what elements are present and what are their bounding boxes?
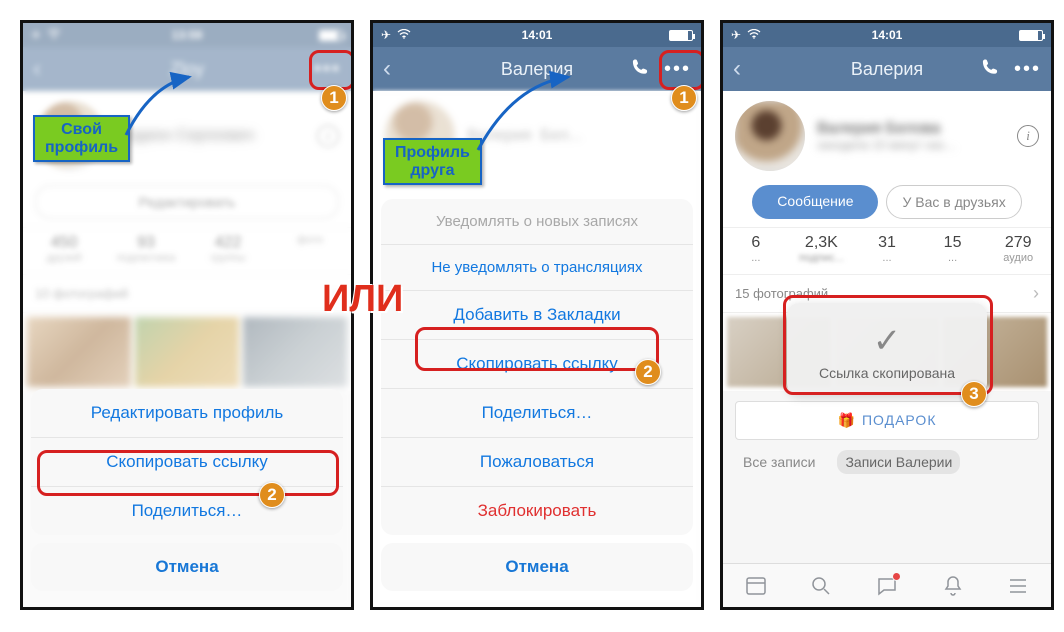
- statusbar: ✈︎ 14:01: [373, 23, 701, 47]
- profile-actions: Сообщение У Вас в друзьях: [723, 177, 1051, 227]
- back-button[interactable]: ‹: [733, 55, 741, 83]
- tab-menu[interactable]: [1006, 574, 1030, 598]
- toast-link-copied: ✓ Ссылка скопирована: [787, 303, 987, 395]
- sheet-copy-link[interactable]: Скопировать ссылку: [31, 437, 343, 486]
- wifi-icon: [397, 28, 411, 42]
- screenshot-own-profile: ✈︎ 13:59 ‹ Zloy ••• Родион Сергеевич i Р…: [20, 20, 354, 610]
- profile-last-seen: заходила 10 минут наз…: [817, 138, 956, 152]
- annotation-arrow: [473, 75, 583, 160]
- battery-icon: [669, 30, 693, 41]
- info-button[interactable]: i: [1017, 125, 1039, 147]
- bottom-tab-bar: [723, 563, 1051, 607]
- stat-item[interactable]: 6...: [725, 234, 787, 264]
- checkmark-icon: ✓: [797, 321, 977, 361]
- status-time: 14:01: [872, 28, 903, 42]
- call-button[interactable]: [630, 57, 650, 82]
- sheet-block[interactable]: Заблокировать: [381, 486, 693, 535]
- stats-row: 6... 2,3Kподпис... 31... 15... 279аудио: [723, 227, 1051, 275]
- more-button[interactable]: •••: [664, 58, 691, 81]
- gift-icon: 🎁: [838, 412, 856, 428]
- tab-notifications[interactable]: [941, 574, 965, 598]
- photos-count: 15 фотографий: [735, 286, 828, 301]
- avatar[interactable]: [735, 101, 805, 171]
- sheet-cancel[interactable]: Отмена: [381, 543, 693, 591]
- sheet-cancel[interactable]: Отмена: [31, 543, 343, 591]
- action-sheet: Редактировать профиль Скопировать ссылку…: [31, 389, 343, 599]
- sheet-add-bookmark[interactable]: Добавить в Закладки: [381, 290, 693, 339]
- sheet-notify-posts[interactable]: Уведомлять о новых записях: [381, 199, 693, 244]
- annotation-step-3: 3: [961, 381, 987, 407]
- stat-item[interactable]: 31...: [856, 234, 918, 264]
- sheet-report[interactable]: Пожаловаться: [381, 437, 693, 486]
- status-time: 14:01: [522, 28, 553, 42]
- wall-tabs: Все записи Записи Валерии: [723, 440, 1051, 474]
- nav-header: ‹ Валерия •••: [723, 47, 1051, 91]
- annotation-step-2: 2: [259, 482, 285, 508]
- friend-status-button[interactable]: У Вас в друзьях: [886, 185, 1021, 219]
- sheet-share[interactable]: Поделиться…: [381, 388, 693, 437]
- stat-item[interactable]: 279аудио: [987, 234, 1049, 264]
- screenshot-friend-profile: ✈︎ 14:01 ‹ Валерия ••• Валерия Бел... Ув…: [370, 20, 704, 610]
- tab-messages[interactable]: [875, 574, 899, 598]
- more-button[interactable]: •••: [1014, 58, 1041, 81]
- annotation-arrow: [121, 75, 211, 150]
- profile-header: Валерия Белова заходила 10 минут наз… i: [723, 91, 1051, 177]
- stat-item[interactable]: 2,3Kподпис...: [790, 234, 852, 264]
- screenshot-link-copied: ✈︎ 14:01 ‹ Валерия ••• Валерия Белова за…: [720, 20, 1054, 610]
- tab-news[interactable]: [744, 574, 768, 598]
- annotation-step-1: 1: [671, 85, 697, 111]
- back-button[interactable]: ‹: [383, 55, 391, 83]
- airplane-icon: ✈︎: [731, 28, 741, 42]
- profile-name: Валерия Белова: [817, 120, 956, 138]
- annotation-label-friend-profile: Профиль друга: [383, 138, 482, 185]
- action-sheet: Уведомлять о новых записях Не уведомлять…: [381, 199, 693, 599]
- statusbar: ✈︎ 14:01: [723, 23, 1051, 47]
- sheet-edit-profile[interactable]: Редактировать профиль: [31, 389, 343, 437]
- airplane-icon: ✈︎: [381, 28, 391, 42]
- stat-item[interactable]: 15...: [922, 234, 984, 264]
- nav-title: Валерия: [851, 59, 923, 80]
- tab-user-posts[interactable]: Записи Валерии: [837, 450, 960, 474]
- annotation-label-own-profile: Свой профиль: [33, 115, 130, 162]
- annotation-step-1: 1: [321, 85, 347, 111]
- wifi-icon: [747, 28, 761, 42]
- chevron-right-icon: ›: [1033, 283, 1039, 304]
- toast-message: Ссылка скопирована: [797, 365, 977, 381]
- gift-button[interactable]: 🎁ПОДАРОК: [735, 401, 1039, 440]
- tab-all-posts[interactable]: Все записи: [735, 450, 823, 474]
- sheet-no-notify-stream[interactable]: Не уведомлять о трансляциях: [381, 244, 693, 290]
- sheet-share[interactable]: Поделиться…: [31, 486, 343, 535]
- call-button[interactable]: [980, 57, 1000, 82]
- tab-search[interactable]: [809, 574, 833, 598]
- battery-icon: [1019, 30, 1043, 41]
- message-button[interactable]: Сообщение: [752, 185, 878, 219]
- annotation-step-2: 2: [635, 359, 661, 385]
- badge-dot: [892, 572, 901, 581]
- annotation-or-text: ИЛИ: [322, 278, 403, 321]
